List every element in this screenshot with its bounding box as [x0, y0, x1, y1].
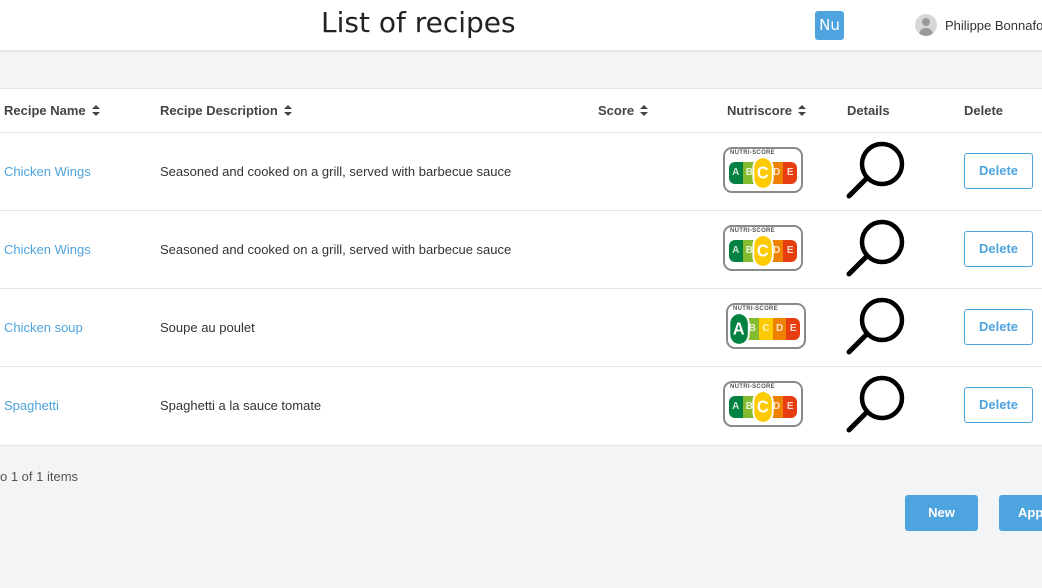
nutriscore-label: NUTRI-SCORE [730, 384, 775, 390]
column-header-delete: Delete [964, 103, 1003, 118]
recipe-description: Seasoned and cooked on a grill, served w… [160, 242, 512, 257]
nutriscore-grade: C [754, 236, 772, 266]
nutriscore-grade: D [769, 396, 784, 418]
nutriscore-grade: C [754, 392, 772, 422]
nutriscore-badge: NUTRI-SCORE A B C D E [723, 225, 803, 271]
user-name: Philippe Bonnafou [945, 17, 1042, 33]
magnifier-icon[interactable] [846, 296, 908, 358]
delete-button[interactable]: Delete [964, 309, 1033, 345]
nutriscore-grade: E [783, 162, 797, 184]
nutriscore-grade: E [783, 240, 797, 262]
apply-button[interactable]: App [999, 495, 1042, 531]
column-header-label: Score [598, 103, 635, 118]
nutriscore-scale: A B C D E [729, 236, 797, 266]
recipe-name-link[interactable]: Spaghetti [4, 398, 59, 413]
nutriscore-badge: NUTRI-SCORE A B C D E [723, 147, 803, 193]
recipe-name-link[interactable]: Chicken Wings [4, 242, 91, 257]
nu-badge-button[interactable]: Nu [815, 11, 844, 40]
nutriscore-grade: D [772, 318, 787, 340]
delete-button[interactable]: Delete [964, 231, 1033, 267]
recipe-description: Soupe au poulet [160, 320, 255, 335]
delete-button[interactable]: Delete [964, 153, 1033, 189]
nutriscore-label: NUTRI-SCORE [730, 228, 775, 234]
column-header-score[interactable]: Score [598, 103, 649, 118]
pagination-info: o 1 of 1 items [0, 469, 79, 484]
sort-icon [91, 105, 100, 116]
nutriscore-grade: A [729, 240, 743, 262]
user-menu[interactable]: Philippe Bonnafou [915, 13, 1042, 37]
nutriscore-grade: C [754, 158, 772, 188]
recipe-description: Spaghetti a la sauce tomate [160, 398, 322, 413]
table-row: Chicken Wings Seasoned and cooked on a g… [0, 210, 1042, 289]
sort-icon [798, 105, 807, 116]
magnifier-icon[interactable] [846, 218, 908, 280]
column-header-details: Details [847, 103, 890, 118]
table-row: Chicken soup Soupe au poulet NUTRI-SCORE… [0, 288, 1042, 367]
nutriscore-grade: B [745, 318, 760, 340]
recipes-table: Recipe Name Recipe Description Score Nut… [0, 88, 1042, 446]
nutriscore-grade: E [786, 318, 800, 340]
new-button[interactable]: New [905, 495, 978, 531]
nutriscore-badge: NUTRI-SCORE A B C D E [723, 381, 803, 427]
column-header-label: Delete [964, 103, 1004, 118]
page-title: List of recipes [321, 6, 516, 39]
nutriscore-scale: A B C D E [730, 314, 800, 344]
column-header-label: Recipe Name [4, 103, 86, 118]
nutriscore-grade: D [769, 162, 784, 184]
magnifier-icon[interactable] [846, 374, 908, 436]
nutriscore-grade: E [783, 396, 797, 418]
recipe-description: Seasoned and cooked on a grill, served w… [160, 164, 512, 179]
column-header-label: Details [847, 103, 890, 118]
avatar-icon [915, 14, 937, 36]
nutriscore-scale: A B C D E [729, 392, 797, 422]
sort-icon [283, 105, 292, 116]
nutriscore-label: NUTRI-SCORE [733, 306, 778, 312]
nutriscore-badge: NUTRI-SCORE A B C D E [726, 303, 806, 349]
column-header-label: Nutriscore [727, 103, 793, 118]
magnifier-icon[interactable] [846, 140, 908, 202]
nutriscore-grade: C [759, 318, 773, 340]
nutriscore-grade: A [730, 314, 748, 344]
sort-icon [640, 105, 649, 116]
column-header-nutriscore[interactable]: Nutriscore [727, 103, 807, 118]
recipe-name-link[interactable]: Chicken soup [4, 320, 83, 335]
delete-button[interactable]: Delete [964, 387, 1033, 423]
nutriscore-grade: A [729, 396, 743, 418]
column-header-recipe-description[interactable]: Recipe Description [160, 103, 292, 118]
top-bar: List of recipes Nu Philippe Bonnafou [0, 0, 1042, 50]
recipe-name-link[interactable]: Chicken Wings [4, 164, 91, 179]
table-row: Spaghetti Spaghetti a la sauce tomate NU… [0, 366, 1042, 445]
table-row: Chicken Wings Seasoned and cooked on a g… [0, 132, 1042, 211]
nutriscore-grade: A [729, 162, 743, 184]
column-header-recipe-name[interactable]: Recipe Name [4, 103, 100, 118]
nutriscore-label: NUTRI-SCORE [730, 150, 775, 156]
column-header-label: Recipe Description [160, 103, 278, 118]
nutriscore-scale: A B C D E [729, 158, 797, 188]
nutriscore-grade: D [769, 240, 784, 262]
